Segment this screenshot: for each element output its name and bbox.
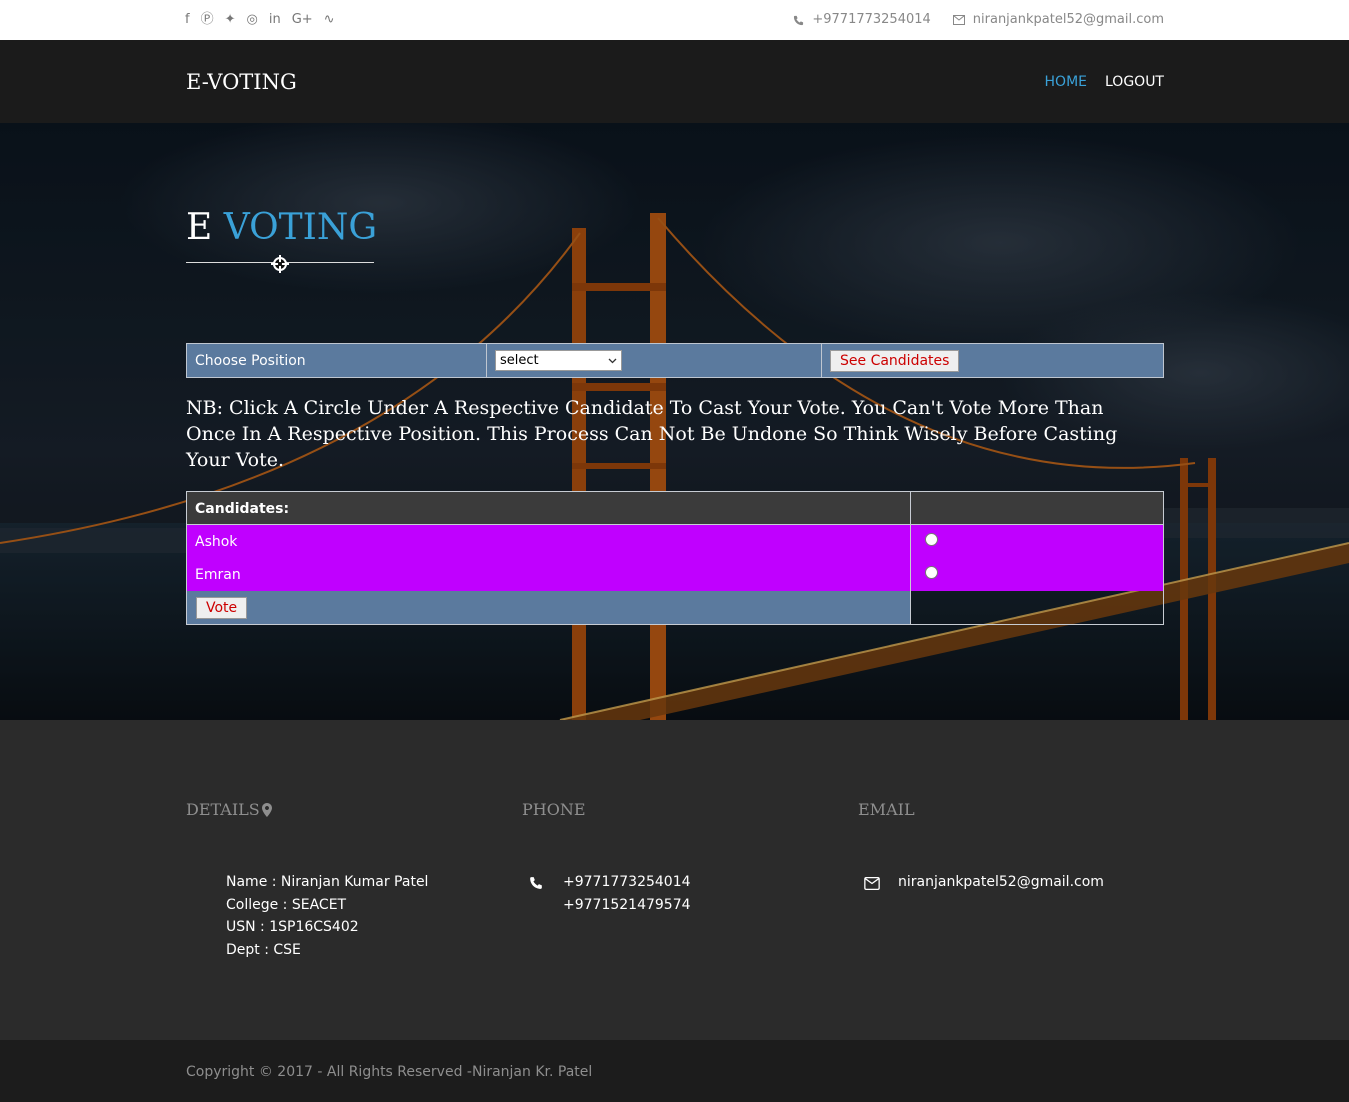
candidate-name: Ashok <box>195 534 238 550</box>
nav-logout[interactable]: LOGOUT <box>1105 74 1164 90</box>
linkedin-icon[interactable]: in <box>269 12 281 28</box>
page-title-part2: VOTING <box>223 207 378 248</box>
social-links: f Ⓟ ✦ ◎ in G+ ∿ <box>185 12 335 28</box>
candidates-header: Candidates: <box>195 501 290 517</box>
top-phone: +9771773254014 <box>793 12 931 28</box>
vote-radio-ashok[interactable] <box>925 533 938 546</box>
footer-phone-1: +9771773254014 <box>563 874 691 890</box>
footer-email[interactable]: niranjankpatel52@gmail.com <box>898 871 1104 894</box>
position-selector-table: Choose Position select See Candidates <box>186 343 1164 378</box>
footer: DETAILS PHONE EMAIL Name : Niranjan Kuma… <box>0 720 1349 1040</box>
voting-note: NB: Click A Circle Under A Respective Ca… <box>186 397 1118 471</box>
position-select-cell: select <box>487 344 822 377</box>
details-title-text: DETAILS <box>186 800 260 819</box>
footer-phone-2: +9771521479574 <box>563 897 691 913</box>
page-title-part1: E <box>186 207 213 248</box>
candidate-name: Emran <box>195 567 241 583</box>
see-candidates-button[interactable]: See Candidates <box>830 349 960 372</box>
vote-radio-emran[interactable] <box>925 566 938 579</box>
top-bar: f Ⓟ ✦ ◎ in G+ ∿ +9771773254014 niranjank… <box>0 0 1349 40</box>
detail-line: USN : 1SP16CS402 <box>226 919 359 935</box>
top-phone-text: +9771773254014 <box>812 12 931 27</box>
rss-icon[interactable]: ∿ <box>324 12 335 28</box>
main-nav: HOME LOGOUT <box>1045 74 1164 90</box>
pinterest-icon[interactable]: Ⓟ <box>201 12 214 28</box>
google-plus-icon[interactable]: G+ <box>292 12 313 28</box>
details-title: DETAILS <box>186 800 272 819</box>
envelope-icon <box>952 15 965 25</box>
dribbble-icon[interactable]: ◎ <box>247 12 258 28</box>
copyright-text: Copyright © 2017 - All Rights Reserved -… <box>186 1064 593 1080</box>
vote-button[interactable]: Vote <box>196 597 248 619</box>
see-candidates-cell: See Candidates <box>822 344 1163 377</box>
page-title: E VOTING <box>186 207 377 248</box>
position-label: Choose Position <box>187 344 487 377</box>
hero-section: E VOTING Choose Position select See Cand… <box>0 123 1349 720</box>
column-divider <box>910 492 911 624</box>
phone-icon <box>530 877 542 889</box>
copyright-bar: Copyright © 2017 - All Rights Reserved -… <box>0 1040 1349 1102</box>
candidates-header-row: Candidates: <box>187 492 1163 525</box>
map-marker-icon <box>261 802 272 817</box>
header: E-VOTING HOME LOGOUT <box>0 40 1349 123</box>
detail-line: Dept : CSE <box>226 942 301 958</box>
envelope-icon <box>864 877 880 890</box>
position-select[interactable]: select <box>495 350 622 371</box>
position-select-value: select <box>500 353 539 368</box>
phone-title: PHONE <box>522 800 586 819</box>
phone-icon <box>794 15 804 25</box>
top-contact: +9771773254014 niranjankpatel52@gmail.co… <box>793 12 1164 28</box>
top-email: niranjankpatel52@gmail.com <box>952 12 1164 28</box>
top-email-text: niranjankpatel52@gmail.com <box>972 12 1164 27</box>
brand-logo[interactable]: E-VOTING <box>186 70 297 94</box>
crosshair-icon <box>271 255 289 273</box>
chevron-down-icon <box>608 358 617 363</box>
candidate-row: Emran <box>187 558 1163 591</box>
nav-home[interactable]: HOME <box>1045 74 1087 90</box>
detail-line: Name : Niranjan Kumar Patel <box>226 874 429 890</box>
email-title: EMAIL <box>858 800 915 819</box>
detail-line: College : SEACET <box>226 897 347 913</box>
candidate-row: Ashok <box>187 525 1163 558</box>
twitter-icon[interactable]: ✦ <box>225 12 236 28</box>
facebook-icon[interactable]: f <box>185 12 190 28</box>
vote-row: Vote <box>187 591 910 624</box>
candidates-table: Candidates: Ashok Emran Vote <box>186 491 1164 625</box>
